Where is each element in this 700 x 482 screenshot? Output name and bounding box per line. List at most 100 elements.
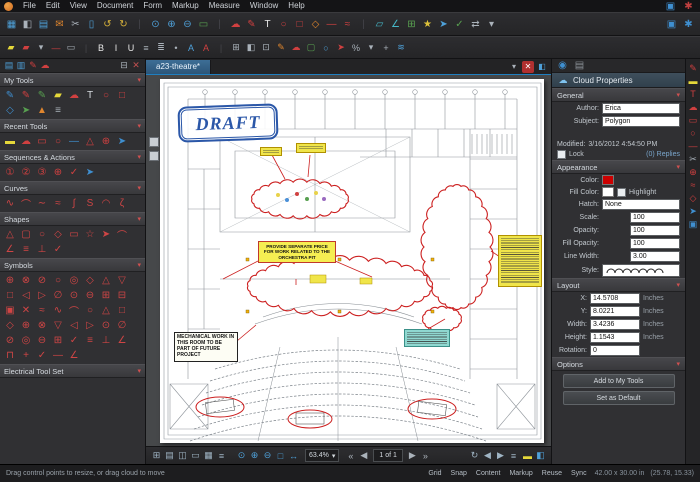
tool-icon[interactable]: ① bbox=[2, 165, 18, 180]
symbol-icon[interactable]: ⌒ bbox=[66, 303, 82, 318]
circle-icon[interactable]: ○ bbox=[319, 41, 333, 55]
symbol-icon[interactable]: □ bbox=[114, 303, 130, 318]
tool-icon[interactable]: ⊕ bbox=[50, 165, 66, 180]
tool-icon[interactable]: ▲ bbox=[34, 103, 50, 118]
markup-tool-icon[interactable]: ◇ bbox=[687, 192, 699, 204]
measure-angle-icon[interactable]: ∠ bbox=[388, 17, 403, 32]
icon[interactable]: ↔ bbox=[287, 449, 300, 462]
line-width-field[interactable]: 3.00 bbox=[630, 251, 680, 262]
markup-tool-icon[interactable]: ≈ bbox=[687, 179, 699, 191]
rectangle-tool-icon[interactable]: □ bbox=[292, 17, 307, 32]
menu-measure[interactable]: Measure bbox=[205, 0, 244, 12]
separator[interactable]: | bbox=[356, 17, 371, 32]
tool-chest-icon[interactable]: ▤ bbox=[3, 60, 15, 72]
cloud-markup[interactable] bbox=[421, 185, 493, 310]
curve-tool-icon[interactable]: ⌒ bbox=[18, 196, 34, 211]
shape-tool-icon[interactable]: ⊥ bbox=[34, 242, 50, 257]
tool-icon[interactable]: ○ bbox=[50, 134, 66, 149]
icon[interactable]: ▶ bbox=[494, 449, 507, 462]
markup-tool-icon[interactable]: ☁ bbox=[687, 101, 699, 113]
icon[interactable]: ⊞ bbox=[150, 449, 163, 462]
markup-tool-icon[interactable]: ▬ bbox=[687, 75, 699, 87]
symbol-icon[interactable]: ▽ bbox=[50, 318, 66, 333]
document-tab[interactable]: a23-theatre* bbox=[146, 60, 211, 74]
height-field[interactable]: 1.1543 bbox=[590, 332, 640, 343]
page-next-icon[interactable]: ▶ bbox=[406, 449, 419, 462]
curve-tool-icon[interactable]: ◠ bbox=[98, 196, 114, 211]
cut-icon[interactable]: ✂ bbox=[68, 17, 83, 32]
note-box[interactable] bbox=[404, 329, 450, 347]
tool-icon[interactable]: ✎ bbox=[2, 88, 18, 103]
menu-markup[interactable]: Markup bbox=[168, 0, 203, 12]
line-style-select[interactable] bbox=[602, 264, 680, 277]
symbol-icon[interactable]: ⊕ bbox=[2, 273, 18, 288]
scale-field[interactable]: 100 bbox=[630, 212, 680, 223]
line-color-icon[interactable]: ▰ bbox=[19, 41, 33, 55]
separator[interactable]: | bbox=[212, 17, 227, 32]
draft-stamp[interactable]: DRAFT bbox=[177, 103, 278, 142]
icon[interactable]: ▬ bbox=[521, 449, 534, 462]
symbol-icon[interactable]: ⊓ bbox=[2, 348, 18, 363]
font-color-icon[interactable]: A bbox=[184, 41, 198, 55]
tool-icon[interactable]: ○ bbox=[98, 88, 114, 103]
polygon-tool-icon[interactable]: ◇ bbox=[308, 17, 323, 32]
symbol-icon[interactable]: ✓ bbox=[66, 333, 82, 348]
tool-icon[interactable]: T bbox=[82, 88, 98, 103]
panel-view-icon[interactable]: ▥ bbox=[15, 60, 27, 72]
pdf-page[interactable]: DRAFT PROVIDE SEPARATE PRICE FOR WORK RE… bbox=[160, 79, 544, 443]
close-document-icon[interactable]: ✕ bbox=[522, 61, 534, 73]
subject-field[interactable]: Polygon bbox=[602, 116, 680, 127]
panel-toggle-icon[interactable] bbox=[149, 151, 159, 161]
page-indicator[interactable]: 1 of 1 bbox=[373, 449, 403, 462]
symbol-icon[interactable]: ◎ bbox=[66, 273, 82, 288]
tool-icon[interactable]: ▬ bbox=[2, 134, 18, 149]
split-view-icon[interactable]: ◧ bbox=[536, 61, 548, 73]
gear-icon[interactable]: ✱ bbox=[681, 17, 696, 32]
orchestra-callout[interactable]: PROVIDE SEPARATE PRICE FOR WORK RELATED … bbox=[258, 241, 336, 263]
symbol-icon[interactable]: ∠ bbox=[114, 333, 130, 348]
zoom-out-icon[interactable]: ⊖ bbox=[180, 17, 195, 32]
width-field[interactable]: 3.4236 bbox=[590, 319, 640, 330]
shape-tool-icon[interactable]: ≡ bbox=[18, 242, 34, 257]
symbol-icon[interactable]: ◁ bbox=[18, 288, 34, 303]
tool-icon[interactable]: ② bbox=[18, 165, 34, 180]
symbol-icon[interactable]: ○ bbox=[82, 303, 98, 318]
symbol-icon[interactable]: ◇ bbox=[2, 318, 18, 333]
symbol-icon[interactable]: ▷ bbox=[82, 318, 98, 333]
hatch-select[interactable]: None bbox=[602, 199, 680, 210]
page-prev-icon[interactable]: « bbox=[344, 449, 357, 462]
symbol-icon[interactable]: △ bbox=[98, 273, 114, 288]
cloud-panel-icon[interactable]: ☁ bbox=[39, 60, 51, 72]
icon[interactable]: ⊙ bbox=[235, 449, 248, 462]
panel-toggle-icon[interactable] bbox=[149, 137, 159, 147]
symbol-icon[interactable]: ✕ bbox=[18, 303, 34, 318]
split-icon[interactable]: ◧ bbox=[244, 41, 258, 55]
shape-tool-icon[interactable]: ○ bbox=[34, 227, 50, 242]
markup-tool-icon[interactable]: ○ bbox=[687, 127, 699, 139]
font-highlight-icon[interactable]: A bbox=[199, 41, 213, 55]
close-panel-icon[interactable]: ✕ bbox=[130, 60, 142, 72]
curve-tool-icon[interactable]: ∿ bbox=[2, 196, 18, 211]
symbol-icon[interactable]: ⊙ bbox=[98, 318, 114, 333]
section-header-sequences[interactable]: Sequences & Actions ▾ bbox=[0, 150, 145, 164]
menu-document[interactable]: Document bbox=[93, 0, 137, 12]
tool-icon[interactable]: ✎ bbox=[18, 88, 34, 103]
check-icon[interactable]: ✓ bbox=[452, 17, 467, 32]
markup-list-icon[interactable]: ✎ bbox=[27, 60, 39, 72]
replies-link[interactable]: (0) Replies bbox=[646, 151, 680, 158]
separator[interactable]: | bbox=[79, 41, 93, 55]
x-field[interactable]: 14.5708 bbox=[590, 293, 640, 304]
bold-icon[interactable]: B bbox=[94, 41, 108, 55]
add-icon[interactable]: + bbox=[379, 41, 393, 55]
compare-icon[interactable]: ⇄ bbox=[468, 17, 483, 32]
more-icon[interactable]: ▾ bbox=[484, 17, 499, 32]
markup-tool-icon[interactable]: ▣ bbox=[687, 218, 699, 230]
symbol-icon[interactable]: □ bbox=[2, 288, 18, 303]
symbol-icon[interactable]: ⊖ bbox=[34, 333, 50, 348]
section-header-recent-tools[interactable]: Recent Tools ▾ bbox=[0, 119, 145, 133]
undo-icon[interactable]: ↺ bbox=[100, 17, 115, 32]
cloud-plus-icon[interactable]: ☁ bbox=[289, 41, 303, 55]
shape-tool-icon[interactable]: ▭ bbox=[66, 227, 82, 242]
curve-tool-icon[interactable]: ζ bbox=[114, 196, 130, 211]
symbol-icon[interactable]: ◎ bbox=[18, 333, 34, 348]
